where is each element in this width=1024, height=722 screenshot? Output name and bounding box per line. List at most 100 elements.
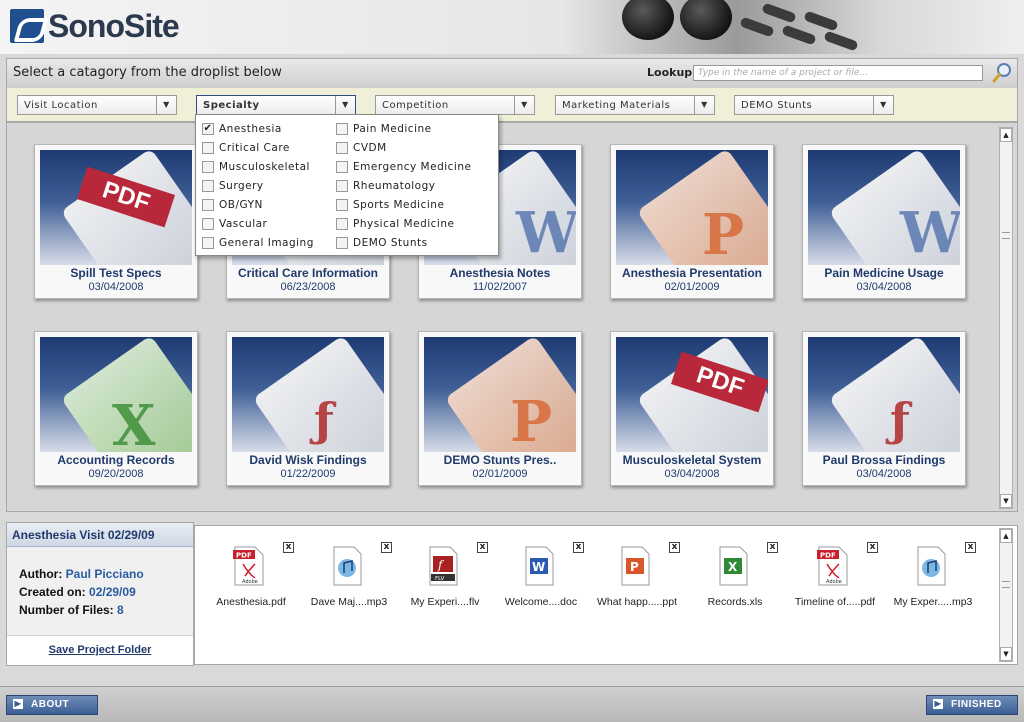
- dropdown-demo-stunts[interactable]: DEMO Stunts ▼: [734, 95, 894, 115]
- scroll-thumb-grip[interactable]: [1002, 581, 1010, 588]
- project-card[interactable]: P Anesthesia Presentation 02/01/2009: [610, 144, 774, 299]
- checkbox[interactable]: [336, 237, 348, 249]
- device-knob-graphic: [622, 0, 674, 40]
- author-label: Author:: [19, 567, 63, 581]
- dropdown-specialty[interactable]: Specialty ▼: [196, 95, 356, 115]
- scroll-thumb-grip[interactable]: [1002, 232, 1010, 239]
- remove-file-icon[interactable]: x: [767, 542, 778, 553]
- file-name: What happ.....ppt: [597, 596, 677, 608]
- menu-item-label: Anesthesia: [219, 123, 282, 135]
- file-item[interactable]: X x Records.xls: [685, 534, 785, 614]
- checkbox[interactable]: [202, 180, 214, 192]
- audio-file-icon: [333, 546, 362, 586]
- remove-file-icon[interactable]: x: [283, 542, 294, 553]
- checkbox[interactable]: [336, 199, 348, 211]
- search-icon[interactable]: [991, 62, 1013, 84]
- file-name: Anesthesia.pdf: [216, 596, 286, 608]
- menu-item-sports-medicine[interactable]: Sports Medicine: [336, 197, 444, 213]
- project-card[interactable]: PDF Musculoskeletal System 03/04/2008: [610, 331, 774, 486]
- checkbox[interactable]: [336, 161, 348, 173]
- grid-scrollbar[interactable]: ▲ ▼: [999, 127, 1013, 509]
- project-card[interactable]: P DEMO Stunts Pres.. 02/01/2009: [418, 331, 582, 486]
- file-item[interactable]: PDF Adobe x Timeline of.....pdf: [785, 534, 885, 614]
- scroll-down-arrow-icon[interactable]: ▼: [1000, 494, 1012, 508]
- remove-file-icon[interactable]: x: [477, 542, 488, 553]
- file-name: Dave Maj....mp3: [310, 596, 388, 608]
- menu-item-emergency-medicine[interactable]: Emergency Medicine: [336, 159, 471, 175]
- menu-item-rheumatology[interactable]: Rheumatology: [336, 178, 436, 194]
- chevron-down-icon[interactable]: ▼: [694, 96, 714, 114]
- menu-item-physical-medicine[interactable]: Physical Medicine: [336, 216, 454, 232]
- project-card[interactable]: ƒ David Wisk Findings 01/22/2009: [226, 331, 390, 486]
- remove-file-icon[interactable]: x: [573, 542, 584, 553]
- project-title: Anesthesia Presentation: [621, 266, 763, 280]
- dropdown-label: Marketing Materials: [562, 100, 671, 111]
- menu-item-pain-medicine[interactable]: Pain Medicine: [336, 121, 432, 137]
- file-item[interactable]: f FLV x My Experi....flv: [395, 534, 495, 614]
- checkbox[interactable]: ✔: [202, 123, 214, 135]
- remove-file-icon[interactable]: x: [965, 542, 976, 553]
- menu-item-demo-stunts[interactable]: DEMO Stunts: [336, 235, 428, 251]
- checkbox[interactable]: [336, 123, 348, 135]
- about-button[interactable]: ▶ ABOUT: [6, 695, 98, 715]
- menu-item-label: OB/GYN: [219, 199, 263, 211]
- finished-button[interactable]: ▶ FINISHED: [926, 695, 1018, 715]
- project-card[interactable]: PDF Spill Test Specs 03/04/2008: [34, 144, 198, 299]
- device-button-graphic: [823, 30, 859, 52]
- menu-item-cvdm[interactable]: CVDM: [336, 140, 387, 156]
- checkbox[interactable]: [202, 161, 214, 173]
- dropdown-marketing-materials[interactable]: Marketing Materials ▼: [555, 95, 715, 115]
- scroll-up-arrow-icon[interactable]: ▲: [1000, 529, 1012, 543]
- file-item[interactable]: P x What happ.....ppt: [587, 534, 687, 614]
- project-card[interactable]: X Accounting Records 09/20/2008: [34, 331, 198, 486]
- project-card[interactable]: W Pain Medicine Usage 03/04/2008: [802, 144, 966, 299]
- file-item[interactable]: PDF Adobe x Anesthesia.pdf: [201, 534, 301, 614]
- file-name: My Experi....flv: [410, 596, 480, 608]
- flv-file-icon: f FLV: [429, 546, 458, 586]
- brand-logo-text: SonoSite: [48, 8, 180, 44]
- menu-item-critical-care[interactable]: Critical Care: [202, 140, 290, 156]
- checkbox[interactable]: [202, 199, 214, 211]
- chevron-down-icon[interactable]: ▼: [873, 96, 893, 114]
- remove-file-icon[interactable]: x: [381, 542, 392, 553]
- menu-item-anesthesia[interactable]: ✔ Anesthesia: [202, 121, 282, 137]
- scroll-down-arrow-icon[interactable]: ▼: [1000, 647, 1012, 661]
- chevron-down-icon[interactable]: ▼: [514, 96, 534, 114]
- remove-file-icon[interactable]: x: [867, 542, 878, 553]
- file-item[interactable]: x Dave Maj....mp3: [299, 534, 399, 614]
- files-scrollbar[interactable]: ▲ ▼: [999, 528, 1013, 662]
- remove-file-icon[interactable]: x: [669, 542, 680, 553]
- project-card[interactable]: ƒ Paul Brossa Findings 03/04/2008: [802, 331, 966, 486]
- flash-video-icon: ƒ: [808, 337, 960, 452]
- checkbox[interactable]: [336, 180, 348, 192]
- pdf-file-icon: PDF Adobe: [817, 546, 848, 586]
- file-item[interactable]: x My Exper.....mp3: [883, 534, 983, 614]
- checkbox[interactable]: [202, 142, 214, 154]
- checkbox[interactable]: [202, 218, 214, 230]
- excel-file-icon: X: [719, 546, 748, 586]
- chevron-down-icon[interactable]: ▼: [156, 96, 176, 114]
- checkbox[interactable]: [336, 218, 348, 230]
- file-name: Timeline of.....pdf: [794, 596, 876, 608]
- lookup-search-input[interactable]: [693, 65, 983, 81]
- menu-item-general-imaging[interactable]: General Imaging: [202, 235, 314, 251]
- dropdown-visit-location[interactable]: Visit Location ▼: [17, 95, 177, 115]
- chevron-down-icon[interactable]: ▼: [335, 96, 355, 114]
- menu-item-surgery[interactable]: Surgery: [202, 178, 264, 194]
- menu-item-label: Emergency Medicine: [353, 161, 472, 173]
- scroll-up-arrow-icon[interactable]: ▲: [1000, 128, 1012, 142]
- file-item[interactable]: W x Welcome....doc: [491, 534, 591, 614]
- menu-item-musculoskeletal[interactable]: Musculoskeletal: [202, 159, 310, 175]
- menu-item-obgyn[interactable]: OB/GYN: [202, 197, 263, 213]
- save-project-folder-link[interactable]: Save Project Folder: [7, 635, 193, 665]
- powerpoint-icon: P: [424, 337, 576, 452]
- device-button-graphic: [739, 16, 775, 38]
- project-title: Pain Medicine Usage: [824, 266, 944, 280]
- menu-item-vascular[interactable]: Vascular: [202, 216, 267, 232]
- project-date: 03/04/2008: [88, 281, 144, 293]
- project-title: Anesthesia Notes: [449, 266, 551, 280]
- checkbox[interactable]: [336, 142, 348, 154]
- checkbox[interactable]: [202, 237, 214, 249]
- specialty-dropdown-menu: ✔ Anesthesia Critical Care Musculoskeleta…: [195, 114, 499, 256]
- dropdown-competition[interactable]: Competition ▼: [375, 95, 535, 115]
